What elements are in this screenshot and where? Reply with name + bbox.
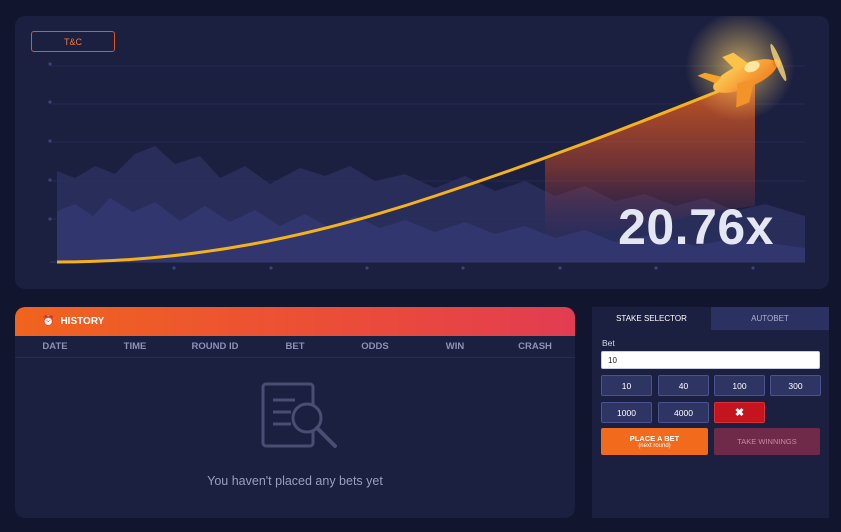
place-bet-button[interactable]: PLACE A BET (next round)	[601, 428, 708, 455]
stake-tabs: STAKE SELECTOR AUTOBET	[592, 307, 829, 330]
chip-40[interactable]: 40	[658, 375, 709, 396]
column-time: TIME	[123, 341, 147, 352]
column-win: WIN	[445, 341, 465, 352]
multiplier-value: 20.76x	[618, 199, 774, 255]
column-date: DATE	[42, 341, 68, 352]
history-table-header: DATE TIME ROUND ID BET ODDS WIN CRASH	[15, 336, 575, 358]
chip-10[interactable]: 10	[601, 375, 652, 396]
tab-autobet[interactable]: AUTOBET	[711, 307, 829, 330]
history-title: HISTORY	[60, 316, 105, 327]
column-round-id: ROUND ID	[191, 341, 239, 352]
chip-1000[interactable]: 1000	[601, 402, 652, 423]
chip-300[interactable]: 300	[770, 375, 821, 396]
empty-message: You haven't placed any bets yet	[207, 474, 383, 488]
history-panel: ⏰ HISTORY DATE TIME ROUND ID BET ODDS WI…	[15, 307, 575, 518]
bet-input[interactable]	[601, 351, 820, 369]
document-search-icon	[261, 382, 337, 448]
chip-4000[interactable]: 4000	[658, 402, 709, 423]
history-header: ⏰ HISTORY	[15, 307, 575, 336]
tc-button[interactable]: T&C	[31, 31, 115, 52]
close-icon: ✖	[734, 407, 745, 419]
place-bet-label: PLACE A BET	[629, 433, 680, 443]
stake-panel: STAKE SELECTOR AUTOBET Bet 10 40 100 300…	[592, 307, 829, 518]
bet-label: Bet	[602, 338, 615, 348]
clock-icon: ⏰	[42, 316, 55, 327]
clear-bet-button[interactable]: ✖	[714, 402, 765, 423]
column-crash: CRASH	[518, 341, 552, 352]
tab-stake-selector[interactable]: STAKE SELECTOR	[592, 307, 711, 330]
game-panel: T&C 20.76x	[15, 16, 829, 289]
history-empty-state: You haven't placed any bets yet	[15, 358, 575, 518]
take-winnings-button[interactable]: TAKE WINNINGS	[714, 428, 820, 455]
column-odds: ODDS	[361, 341, 389, 352]
column-bet: BET	[285, 341, 305, 352]
place-bet-sublabel: (next round)	[638, 442, 671, 449]
chip-100[interactable]: 100	[714, 375, 765, 396]
